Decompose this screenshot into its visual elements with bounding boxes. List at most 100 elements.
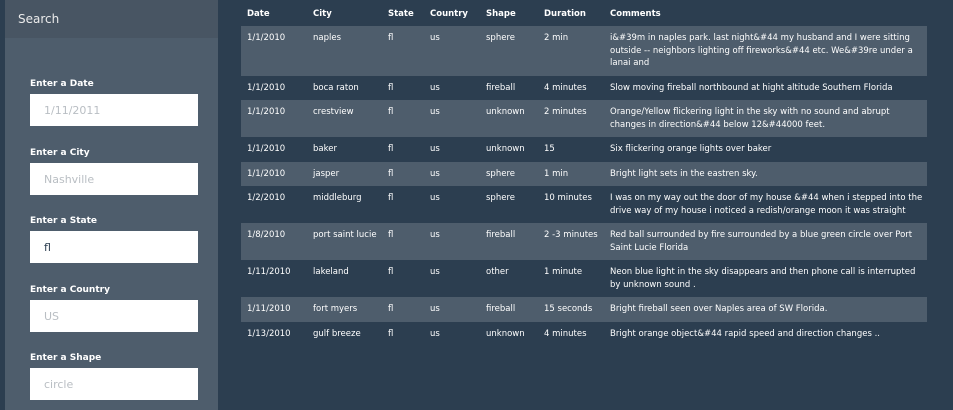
- cell-shape: unknown: [486, 107, 525, 117]
- cell-duration: 1 min: [544, 168, 569, 179]
- state-label: Enter a State: [30, 216, 98, 226]
- cell-state: fl: [388, 107, 394, 117]
- cell-city: boca raton: [313, 82, 359, 93]
- cell-duration: 15 seconds: [544, 304, 593, 314]
- state-input[interactable]: [30, 231, 198, 263]
- cell-state: fl: [388, 304, 394, 314]
- column-header-shape: Shape: [486, 9, 516, 19]
- cell-duration: 2 min: [544, 33, 569, 43]
- cell-comments: Bright fireball seen over Naples area of…: [610, 304, 828, 314]
- country-filter: Enter a Country: [30, 285, 200, 332]
- cell-country: us: [430, 107, 440, 117]
- cell-state: fl: [388, 267, 394, 277]
- cell-country: us: [430, 33, 440, 43]
- cell-country: us: [430, 168, 440, 179]
- date-filter: Enter a Date: [30, 79, 200, 126]
- table-row: 1/1/2010 jasper fl us sphere 1 min Bright ligh…: [241, 161, 927, 186]
- cell-shape: fireball: [486, 82, 516, 93]
- cell-comments: Slow moving fireball northbound at hight…: [610, 82, 893, 93]
- ufo-sightings-table: Date City State Country Shape Duration C…: [241, 4, 927, 346]
- cell-date: 1/1/2010: [247, 33, 286, 43]
- table-header: Date City State Country Shape Duration C…: [241, 4, 927, 26]
- cell-city: fort myers: [313, 304, 358, 314]
- cell-duration: 15: [544, 144, 555, 154]
- cell-country: us: [430, 267, 440, 277]
- cell-date: 1/11/2010: [247, 267, 291, 277]
- search-header: Search: [5, 0, 218, 38]
- table-row: 1/11/2010 lakeland fl us other 1 minute Neon b…: [241, 260, 927, 297]
- cell-duration: 10 minutes: [544, 193, 592, 203]
- header-row: Date City State Country Shape Duration C…: [241, 4, 927, 26]
- cell-country: us: [430, 328, 440, 339]
- cell-duration: 2 minutes: [544, 107, 587, 117]
- cell-shape: unknown: [486, 144, 525, 154]
- cell-shape: sphere: [486, 33, 515, 43]
- search-title: Search: [18, 12, 60, 26]
- cell-comments: Red ball surrounded by fire surrounded b…: [610, 230, 913, 253]
- cell-state: fl: [388, 168, 394, 179]
- cell-state: fl: [388, 144, 394, 154]
- cell-state: fl: [388, 193, 394, 203]
- cell-shape: sphere: [486, 193, 515, 203]
- cell-city: port saint lucie: [313, 230, 377, 240]
- cell-duration: 2 -3 minutes: [544, 230, 598, 240]
- cell-date: 1/1/2010: [247, 168, 286, 179]
- table-row: 1/1/2010 crestview fl us unknown 2 minutes Ora…: [241, 100, 927, 137]
- cell-comments: Orange/Yellow flickering light in the sk…: [610, 107, 890, 130]
- cell-city: naples: [313, 33, 342, 43]
- date-label: Enter a Date: [30, 79, 94, 89]
- date-input[interactable]: [30, 94, 198, 126]
- cell-city: jasper: [313, 168, 340, 179]
- shape-filter: Enter a Shape: [30, 353, 200, 400]
- city-filter: Enter a City: [30, 148, 200, 195]
- cell-country: us: [430, 304, 440, 314]
- cell-comments: Neon blue light in the sky disappears an…: [610, 267, 916, 290]
- cell-state: fl: [388, 82, 394, 93]
- column-header-city: City: [313, 9, 332, 19]
- cell-date: 1/1/2010: [247, 82, 286, 93]
- cell-country: us: [430, 144, 440, 154]
- country-input[interactable]: [30, 300, 198, 332]
- cell-city: crestview: [313, 107, 354, 117]
- cell-state: fl: [388, 230, 394, 240]
- table-row: 1/1/2010 naples fl us sphere 2 min i&#39m in n…: [241, 26, 927, 76]
- cell-comments: i&#39m in naples park. last night&#44 my…: [610, 33, 913, 68]
- cell-comments: Bright light sets in the eastren sky.: [610, 168, 758, 179]
- cell-city: middleburg: [313, 193, 362, 203]
- cell-city: lakeland: [313, 267, 349, 277]
- table-row: 1/1/2010 baker fl us unknown 15 Six flickering…: [241, 137, 927, 162]
- column-header-duration: Duration: [544, 9, 586, 19]
- table-row: 1/1/2010 boca raton fl us fireball 4 minutes S…: [241, 76, 927, 101]
- cell-state: fl: [388, 328, 394, 339]
- cell-date: 1/8/2010: [247, 230, 286, 240]
- shape-input[interactable]: [30, 368, 198, 400]
- country-label: Enter a Country: [30, 285, 110, 295]
- shape-label: Enter a Shape: [30, 353, 102, 363]
- column-header-country: Country: [430, 9, 468, 19]
- cell-shape: fireball: [486, 230, 516, 240]
- city-label: Enter a City: [30, 148, 90, 158]
- cell-shape: fireball: [486, 304, 516, 314]
- cell-shape: sphere: [486, 168, 515, 179]
- cell-city: gulf breeze: [313, 328, 361, 339]
- city-input[interactable]: [30, 163, 198, 195]
- cell-country: us: [430, 193, 440, 203]
- cell-duration: 4 minutes: [544, 82, 587, 93]
- column-header-comments: Comments: [610, 9, 661, 19]
- cell-date: 1/11/2010: [247, 304, 291, 314]
- cell-duration: 4 minutes: [544, 328, 587, 339]
- search-sidebar: Search Enter a Date Enter a City Enter a…: [5, 0, 218, 410]
- table-row: 1/13/2010 gulf breeze fl us unknown 4 minutes…: [241, 322, 927, 347]
- cell-comments: Bright orange object&#44 rapid speed and…: [610, 328, 880, 339]
- column-header-state: State: [388, 9, 414, 19]
- cell-country: us: [430, 82, 440, 93]
- cell-shape: other: [486, 267, 509, 277]
- cell-state: fl: [388, 33, 394, 43]
- cell-shape: unknown: [486, 328, 525, 339]
- cell-date: 1/1/2010: [247, 107, 286, 117]
- cell-date: 1/13/2010: [247, 328, 291, 339]
- table-row: 1/2/2010 middleburg fl us sphere 10 minutes I …: [241, 186, 927, 223]
- column-header-date: Date: [247, 9, 270, 19]
- cell-comments: Six flickering orange lights over baker: [610, 144, 772, 154]
- table-row: 1/8/2010 port saint lucie fl us fireball 2 -3…: [241, 223, 927, 260]
